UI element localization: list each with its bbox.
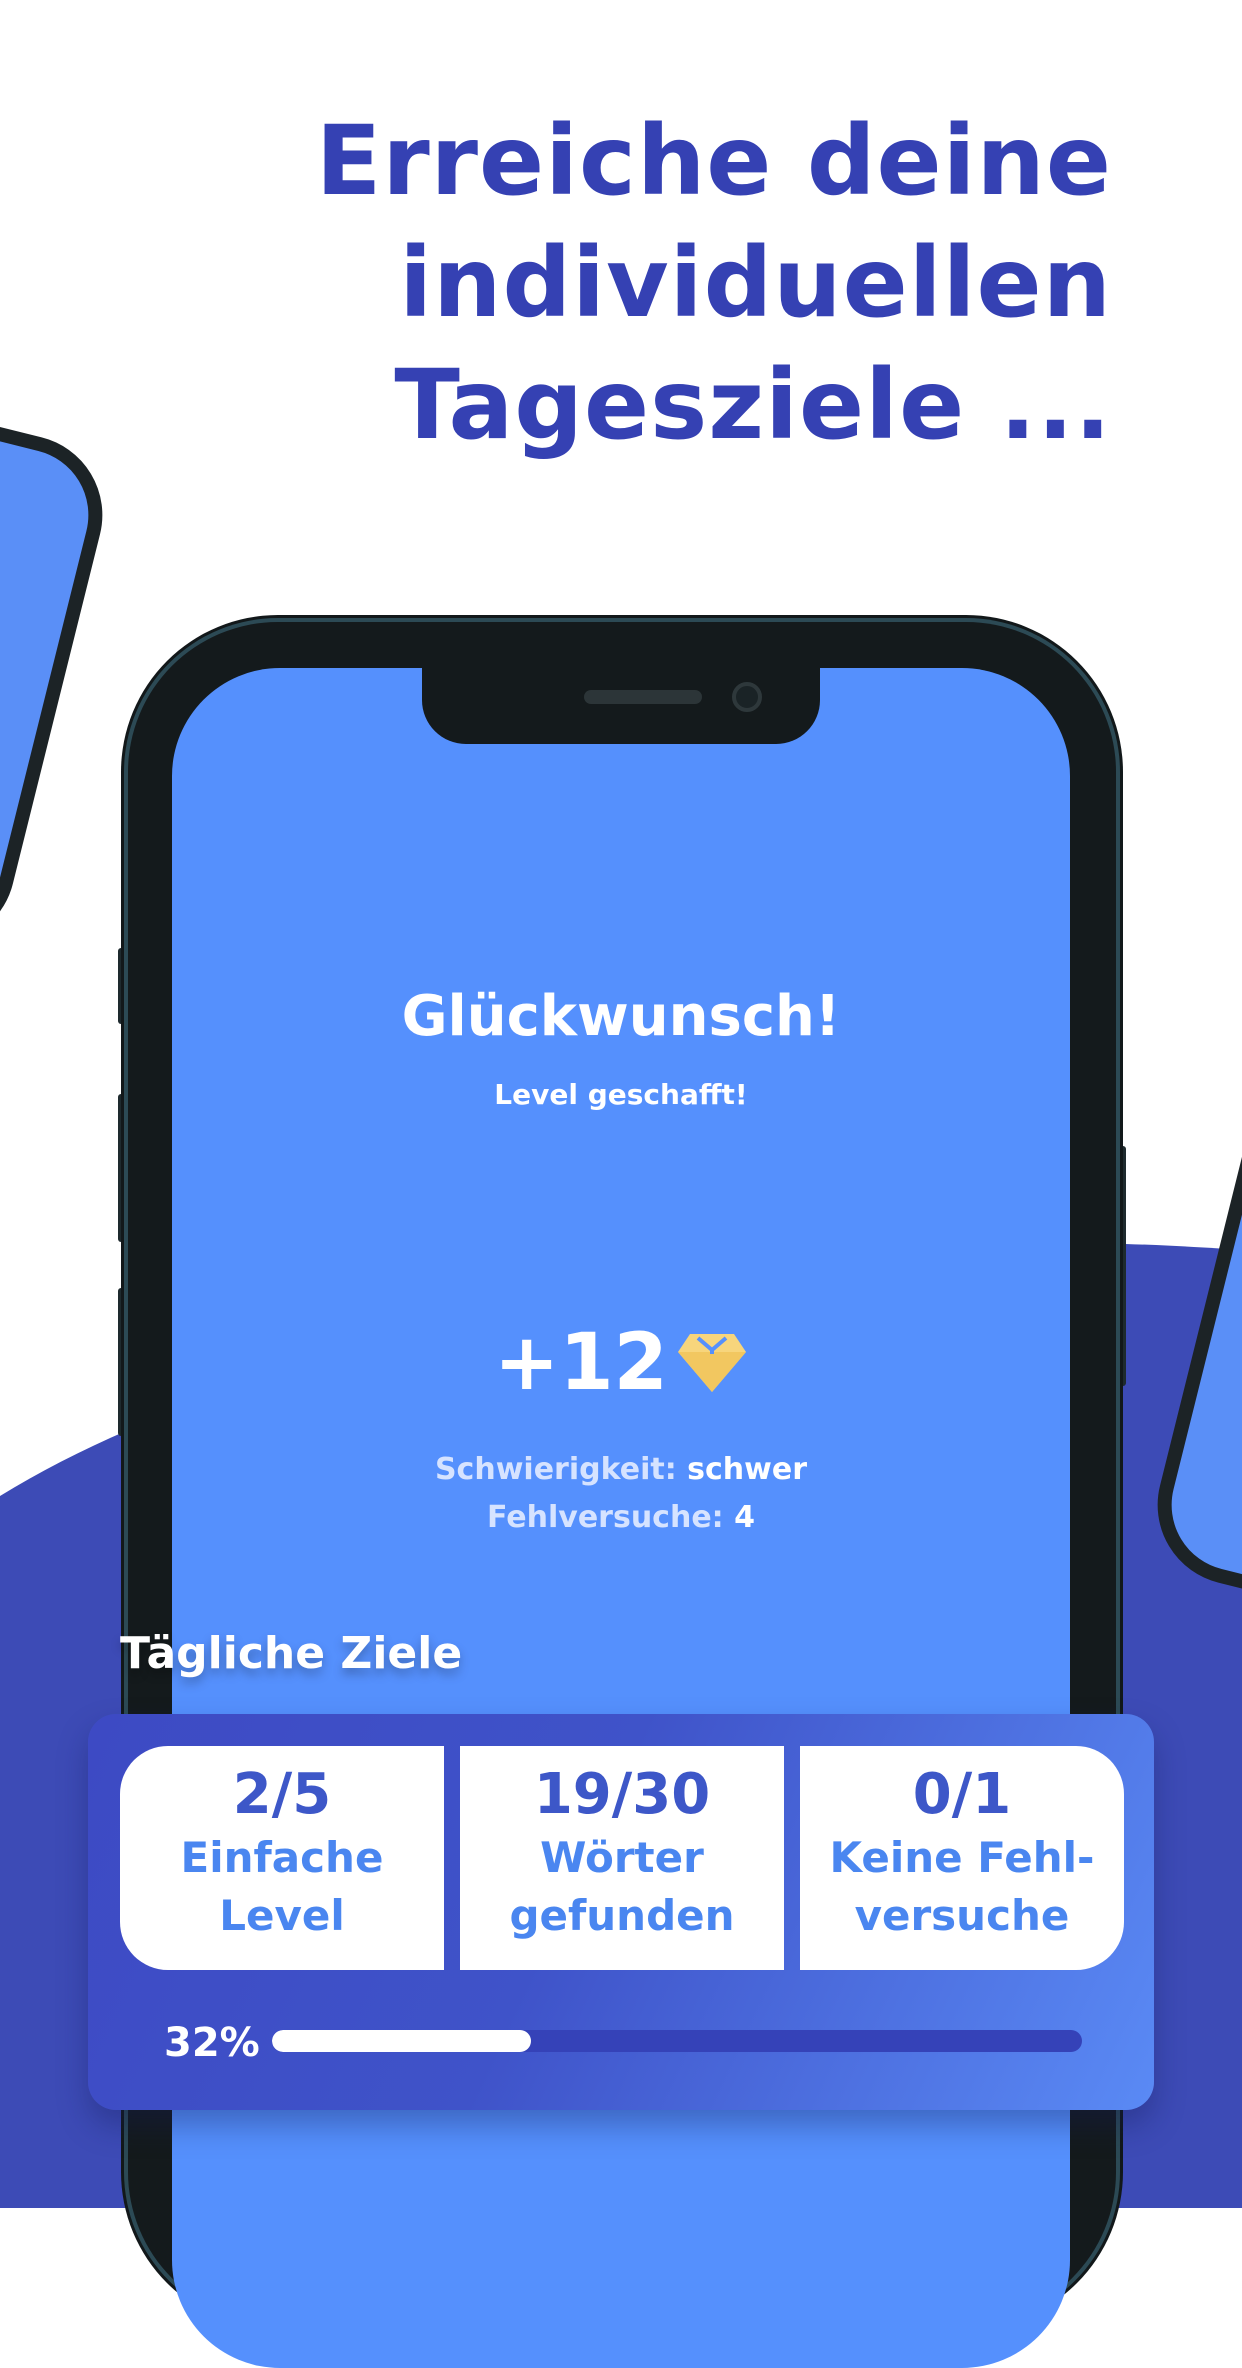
congrats-subtitle: Level geschafft!: [494, 1078, 748, 1111]
phone-notch: [422, 668, 820, 744]
mistakes-stat: Fehlversuche: 4: [172, 1500, 1070, 1535]
phone-power-button: [1116, 1146, 1126, 1386]
headline-line-1: Erreiche deine: [315, 105, 1112, 217]
headline-line-2: individuellen: [399, 227, 1112, 339]
phone-volume-up: [118, 1094, 128, 1242]
front-camera: [732, 682, 762, 712]
phone-screen: Glückwunsch! Level geschafft! +12 Schwie…: [172, 668, 1070, 2368]
goal-value: 0/1: [912, 1762, 1012, 1827]
goal-value: 19/30: [533, 1762, 711, 1827]
goal-label-line-2: gefunden: [509, 1891, 735, 1940]
phone-volume-down: [118, 1288, 128, 1436]
goal-label-line-2: versuche: [854, 1891, 1070, 1940]
mistakes-value: 4: [734, 1500, 755, 1535]
goal-label-line-2: Level: [219, 1891, 345, 1940]
goal-label-line-1: Wörter: [540, 1833, 704, 1882]
daily-goals-title: Tägliche Ziele: [120, 1628, 463, 1679]
phone-silent-switch: [118, 948, 128, 1024]
speaker-grille: [584, 690, 702, 704]
goal-no-mistakes: 0/1 Keine Fehl- versuche: [800, 1746, 1124, 1970]
difficulty-value: schwer: [687, 1452, 808, 1487]
difficulty-label: Schwierigkeit:: [434, 1452, 677, 1487]
diamond-icon: [676, 1323, 748, 1413]
goal-easy-levels: 2/5 Einfache Level: [120, 1746, 444, 1970]
progress-bar: [272, 2030, 1082, 2052]
headline: Erreiche deine individuellen Tagesziele …: [112, 100, 1112, 466]
daily-goals-card: 2/5 Einfache Level 19/30 Wörter gefunden…: [88, 1714, 1154, 2110]
reward: +12: [172, 1318, 1070, 1413]
goal-label-line-1: Keine Fehl-: [829, 1833, 1095, 1882]
goal-words-found: 19/30 Wörter gefunden: [460, 1746, 784, 1970]
congrats-title: Glückwunsch!: [401, 984, 841, 1049]
goal-value: 2/5: [232, 1762, 332, 1827]
mistakes-label: Fehlversuche:: [487, 1500, 724, 1535]
goal-label-line-1: Einfache: [180, 1833, 384, 1882]
progress-bar-fill: [272, 2030, 532, 2052]
difficulty-stat: Schwierigkeit: schwer: [172, 1452, 1070, 1487]
progress-percent: 32%: [164, 2020, 260, 2066]
reward-amount: +12: [494, 1318, 668, 1408]
headline-line-3: Tagesziele ...: [394, 349, 1112, 461]
